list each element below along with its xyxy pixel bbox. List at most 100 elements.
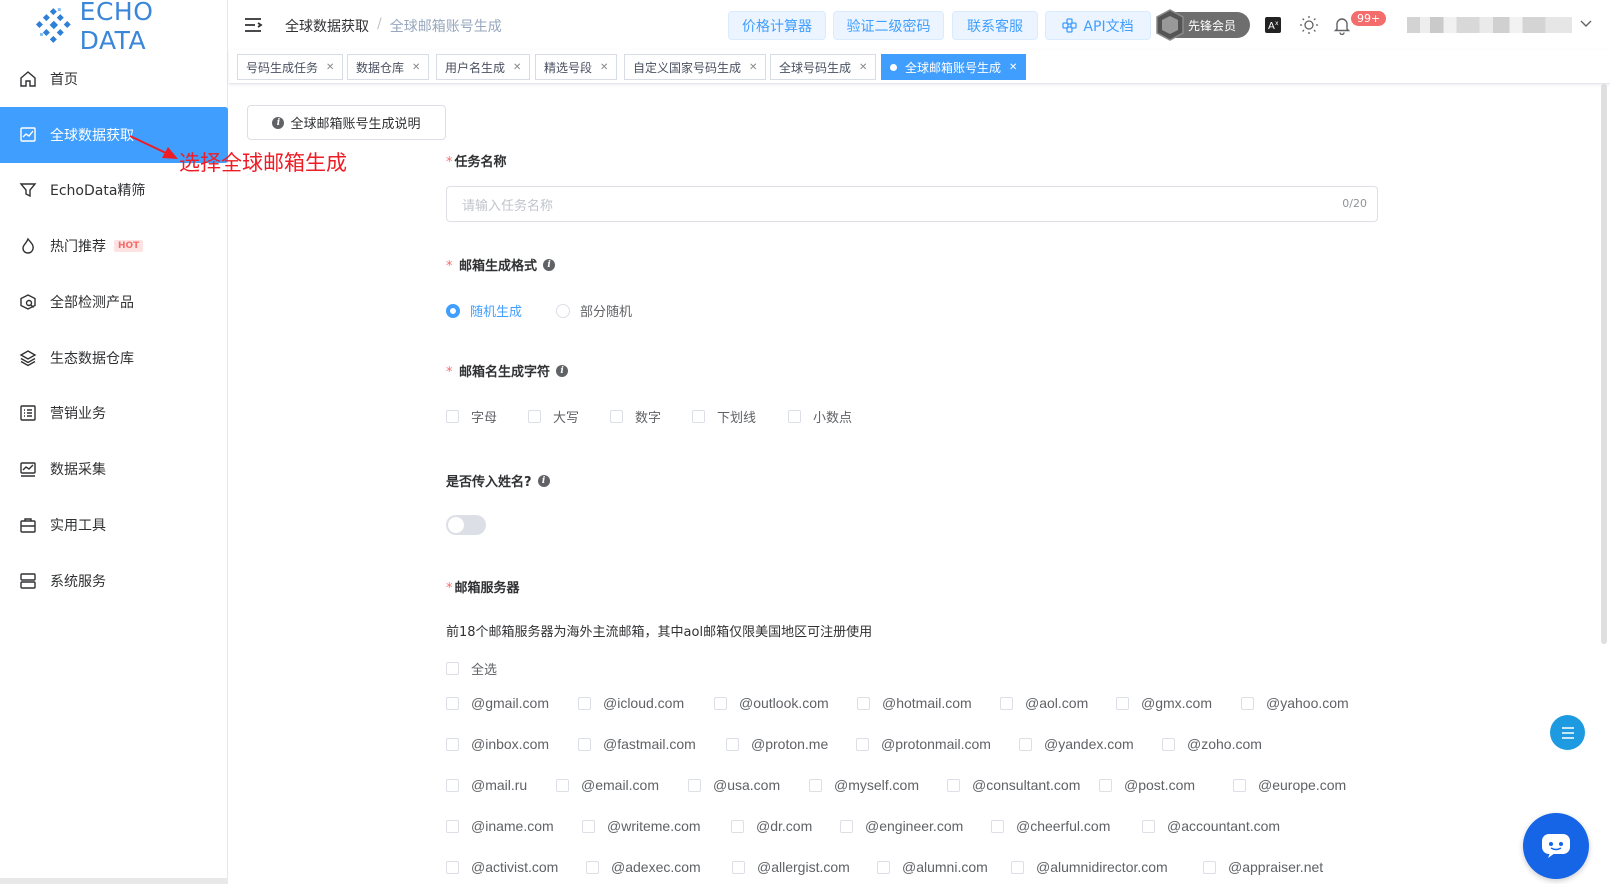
menu-toggle-icon[interactable]: [243, 16, 263, 34]
checkbox-server[interactable]: @email.com: [556, 777, 659, 793]
checkbox-server[interactable]: @consultant.com: [947, 777, 1080, 793]
checkbox-letters[interactable]: 字母: [446, 407, 497, 426]
checkbox-server[interactable]: @allergist.com: [732, 859, 850, 875]
checkbox-server[interactable]: @accountant.com: [1142, 818, 1280, 834]
info-icon[interactable]: i: [556, 364, 569, 377]
checkbox-server[interactable]: @gmx.com: [1116, 695, 1212, 711]
logo[interactable]: ECHO DATA: [0, 0, 227, 55]
sidebar-item-products[interactable]: 全部检测产品: [0, 274, 228, 330]
close-icon[interactable]: ✕: [1009, 62, 1017, 73]
checkbox-server[interactable]: @mail.ru: [446, 777, 527, 793]
sidebar-item-marketing[interactable]: 营销业务: [0, 385, 228, 441]
checkbox-server[interactable]: @post.com: [1099, 777, 1195, 793]
close-icon[interactable]: ✕: [326, 62, 334, 73]
info-icon[interactable]: i: [537, 474, 550, 487]
contact-support-button[interactable]: 联系客服: [952, 11, 1038, 40]
radio-random[interactable]: 随机生成: [446, 301, 522, 320]
radio-label: 部分随机: [580, 305, 633, 320]
sidebar-item-label: 首页: [50, 72, 78, 88]
checkbox-server[interactable]: @yandex.com: [1019, 736, 1134, 752]
tab-warehouse[interactable]: 数据仓库 ✕: [347, 54, 430, 80]
checkbox-server[interactable]: @fastmail.com: [578, 736, 696, 752]
checkbox-server[interactable]: @yahoo.com: [1241, 695, 1349, 711]
close-icon[interactable]: ✕: [859, 62, 867, 73]
sidebar-item-warehouse[interactable]: 生态数据仓库: [0, 330, 228, 386]
checkbox-underscore[interactable]: 下划线: [692, 407, 756, 426]
float-menu-button[interactable]: [1550, 715, 1585, 750]
checkbox-server[interactable]: @outlook.com: [714, 695, 829, 711]
sidebar-scrollbar[interactable]: [0, 878, 228, 884]
checkbox-digits[interactable]: 数字: [610, 407, 661, 426]
checkbox-server[interactable]: @proton.me: [726, 736, 828, 752]
sidebar-item-tools[interactable]: 实用工具: [0, 497, 228, 553]
checkbox-server[interactable]: @adexec.com: [586, 859, 701, 875]
checkbox-dot[interactable]: 小数点: [788, 407, 852, 426]
checkbox-server[interactable]: @appraiser.net: [1203, 859, 1323, 875]
list-icon: [1561, 726, 1574, 739]
sidebar-item-home[interactable]: 首页: [0, 51, 228, 107]
radio-partial-random[interactable]: 部分随机: [556, 301, 632, 320]
checkbox-server[interactable]: @hotmail.com: [857, 695, 972, 711]
checkbox-box: [446, 662, 459, 675]
checkbox-box: [1000, 696, 1013, 710]
checkbox-box: [809, 778, 822, 792]
checkbox-server[interactable]: @dr.com: [731, 818, 812, 834]
info-icon[interactable]: i: [543, 258, 556, 271]
checkbox-server[interactable]: @alumni.com: [877, 859, 988, 875]
checkbox-label: @adexec.com: [611, 859, 701, 875]
checkbox-server[interactable]: @writeme.com: [582, 818, 701, 834]
help-button[interactable]: i 全球邮箱账号生成说明: [247, 105, 446, 140]
checkbox-server[interactable]: @engineer.com: [840, 818, 963, 834]
checkbox-label: @proton.me: [751, 736, 829, 752]
checkbox-label: @fastmail.com: [603, 736, 696, 752]
close-icon[interactable]: ✕: [513, 62, 521, 73]
translate-icon[interactable]: Ax: [1262, 14, 1284, 36]
checkbox-server[interactable]: @protonmail.com: [856, 736, 991, 752]
close-icon[interactable]: ✕: [412, 62, 420, 73]
verify-password-button[interactable]: 验证二级密码: [833, 11, 944, 40]
task-name-input[interactable]: 请输入任务名称 0/20: [446, 186, 1378, 222]
checkbox-select-all[interactable]: 全选: [446, 659, 497, 678]
checkbox-server[interactable]: @gmail.com: [446, 695, 549, 711]
checkbox-server[interactable]: @alumnidirector.com: [1011, 859, 1168, 875]
checkbox-label: 小数点: [813, 411, 853, 426]
checkbox-server[interactable]: @cheerful.com: [991, 818, 1110, 834]
pass-name-toggle[interactable]: [446, 515, 486, 535]
sidebar-item-hot[interactable]: 热门推荐 HOT: [0, 218, 228, 274]
checkbox-box: [446, 819, 459, 833]
bell-icon[interactable]: [1331, 14, 1353, 36]
api-docs-button[interactable]: API文档: [1045, 11, 1151, 40]
tab-custom-country[interactable]: 自定义国家号码生成 ✕: [624, 54, 767, 80]
breadcrumb-item[interactable]: 全球数据获取: [285, 16, 369, 36]
tab-phone-task[interactable]: 号码生成任务 ✕: [237, 54, 344, 80]
sidebar-item-collect[interactable]: 数据采集: [0, 441, 228, 497]
checkbox-server[interactable]: @zoho.com: [1162, 736, 1262, 752]
checkbox-server[interactable]: @europe.com: [1233, 777, 1346, 793]
tab-global-phone[interactable]: 全球号码生成 ✕: [770, 54, 877, 80]
tab-global-email[interactable]: 全球邮箱账号生成 ✕: [881, 54, 1027, 80]
page-scrollbar[interactable]: [1601, 84, 1607, 644]
tab-number-segment[interactable]: 精选号段 ✕: [535, 54, 618, 80]
button-label: API文档: [1083, 18, 1134, 35]
checkbox-server[interactable]: @inbox.com: [446, 736, 549, 752]
top-header: 全球数据获取 / 全球邮箱账号生成 价格计算器 验证二级密码 联系客服 API文…: [229, 0, 1610, 50]
checkbox-server[interactable]: @iname.com: [446, 818, 554, 834]
sun-icon[interactable]: [1298, 14, 1320, 36]
close-icon[interactable]: ✕: [600, 62, 608, 73]
checkbox-server[interactable]: @icloud.com: [578, 695, 684, 711]
checkbox-label: @appraiser.net: [1228, 859, 1324, 875]
checkbox-server[interactable]: @activist.com: [446, 859, 558, 875]
tab-username[interactable]: 用户名生成 ✕: [436, 54, 531, 80]
checkbox-server[interactable]: @usa.com: [688, 777, 780, 793]
list-icon: [18, 403, 38, 423]
sidebar-item-system[interactable]: 系统服务: [0, 553, 228, 609]
chat-button[interactable]: [1523, 813, 1589, 879]
close-icon[interactable]: ✕: [749, 62, 757, 73]
checkbox-server[interactable]: @myself.com: [809, 777, 919, 793]
checkbox-box: [840, 819, 853, 833]
checkbox-server[interactable]: @aol.com: [1000, 695, 1088, 711]
price-calculator-button[interactable]: 价格计算器: [728, 11, 826, 40]
chevron-down-icon[interactable]: [1579, 16, 1593, 30]
user-name-blurred[interactable]: [1407, 17, 1572, 33]
checkbox-uppercase[interactable]: 大写: [528, 407, 579, 426]
